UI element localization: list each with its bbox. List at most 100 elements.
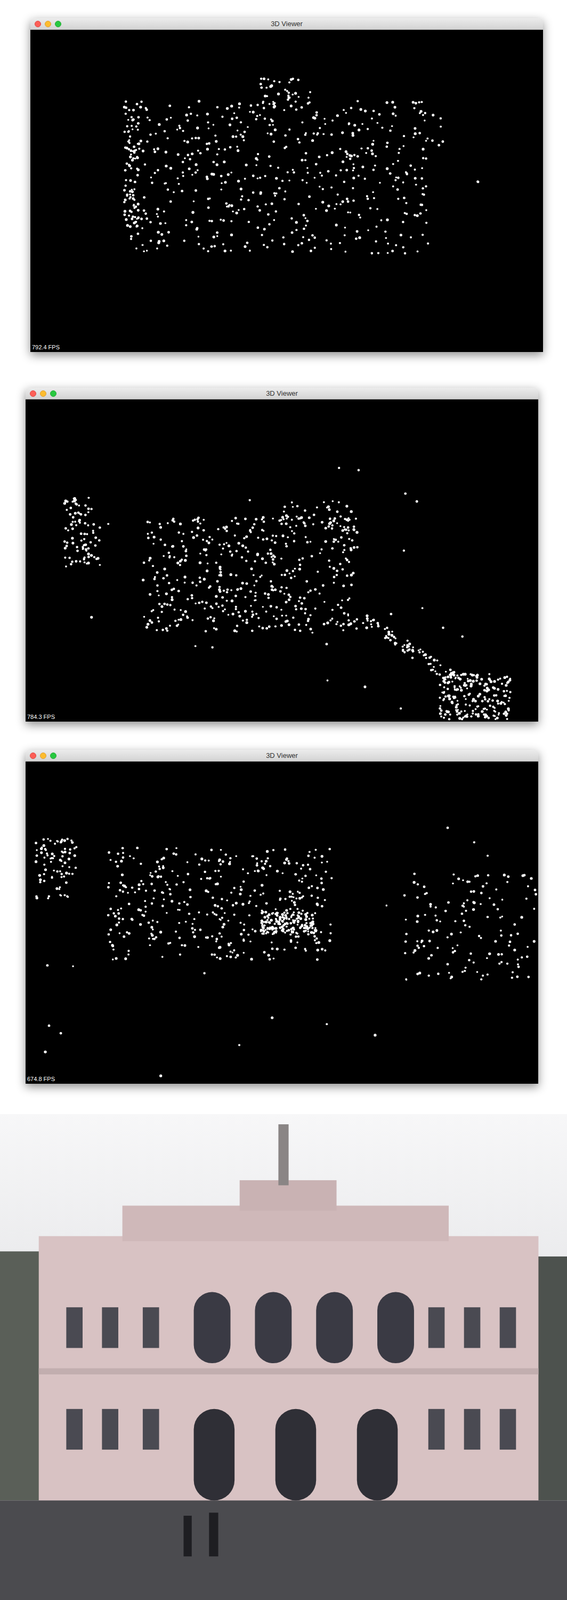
point (256, 114, 259, 117)
point (350, 509, 353, 513)
point (300, 867, 303, 870)
point (505, 675, 508, 678)
point (150, 530, 153, 533)
point (387, 630, 391, 634)
title-bar[interactable]: 3D Viewer (25, 749, 539, 761)
window-title: 3D Viewer (270, 18, 303, 30)
point (150, 176, 153, 178)
point (341, 131, 344, 134)
point (302, 213, 306, 217)
point (497, 677, 500, 680)
point (297, 95, 301, 99)
point (321, 200, 324, 204)
point (285, 586, 288, 589)
point (343, 233, 346, 237)
point (402, 196, 406, 200)
point (285, 908, 288, 912)
point (305, 623, 308, 626)
point (314, 162, 318, 166)
viewport[interactable]: 784.3 FPS (25, 399, 539, 722)
point (127, 952, 130, 955)
point (59, 869, 62, 872)
point (394, 244, 398, 247)
point (71, 527, 75, 530)
point (449, 713, 452, 716)
point (269, 132, 273, 136)
title-bar[interactable]: 3D Viewer (25, 387, 539, 400)
close-button[interactable] (29, 390, 37, 397)
viewport[interactable]: 792.4 FPS (30, 29, 544, 352)
point (291, 892, 294, 895)
minimize-button[interactable] (39, 751, 47, 759)
point (164, 164, 168, 168)
point (262, 891, 265, 894)
viewport[interactable]: 674.8 FPS (25, 760, 539, 1083)
point (238, 892, 242, 895)
point (171, 869, 174, 872)
point (506, 711, 509, 715)
point (399, 706, 402, 709)
point (117, 908, 120, 911)
point (458, 716, 461, 719)
point (455, 709, 459, 713)
point (95, 557, 99, 561)
point (289, 932, 292, 935)
point (315, 936, 318, 939)
point (58, 885, 61, 888)
point (127, 214, 131, 217)
title-bar[interactable]: 3D Viewer (30, 18, 544, 30)
point (186, 872, 190, 876)
point (286, 98, 290, 101)
point (292, 171, 295, 174)
point (152, 896, 155, 899)
point (255, 904, 258, 907)
point (325, 642, 328, 645)
point (312, 132, 315, 135)
point (125, 930, 128, 933)
point (209, 615, 212, 618)
point (152, 608, 155, 611)
point (389, 172, 392, 175)
point (253, 584, 256, 586)
point (352, 166, 355, 169)
minimize-button[interactable] (44, 20, 52, 28)
close-button[interactable] (34, 20, 42, 28)
point (273, 219, 276, 222)
point (221, 609, 224, 612)
point (338, 147, 342, 150)
point (136, 128, 140, 131)
close-button[interactable] (29, 751, 37, 759)
point (191, 930, 194, 933)
point (164, 880, 167, 883)
point (374, 164, 377, 167)
point (326, 154, 329, 157)
point (222, 243, 225, 246)
point (132, 203, 135, 206)
point (347, 529, 350, 532)
point (271, 239, 274, 242)
zoom-button[interactable] (50, 390, 57, 397)
point (320, 174, 323, 177)
point (87, 546, 91, 550)
point (107, 885, 110, 888)
point (405, 201, 408, 205)
minimize-button[interactable] (39, 390, 47, 397)
zoom-button[interactable] (54, 20, 62, 28)
point (308, 195, 311, 198)
point (359, 216, 362, 219)
point (180, 189, 184, 193)
point (186, 615, 189, 618)
zoom-button[interactable] (50, 751, 57, 759)
point (205, 569, 209, 572)
point (493, 714, 497, 717)
point (492, 679, 496, 683)
point (456, 713, 459, 716)
point (167, 230, 170, 234)
point (292, 505, 294, 508)
point (159, 221, 162, 225)
point (415, 183, 418, 186)
point (42, 843, 46, 847)
point (256, 861, 259, 864)
point (230, 104, 233, 108)
point (306, 166, 309, 169)
